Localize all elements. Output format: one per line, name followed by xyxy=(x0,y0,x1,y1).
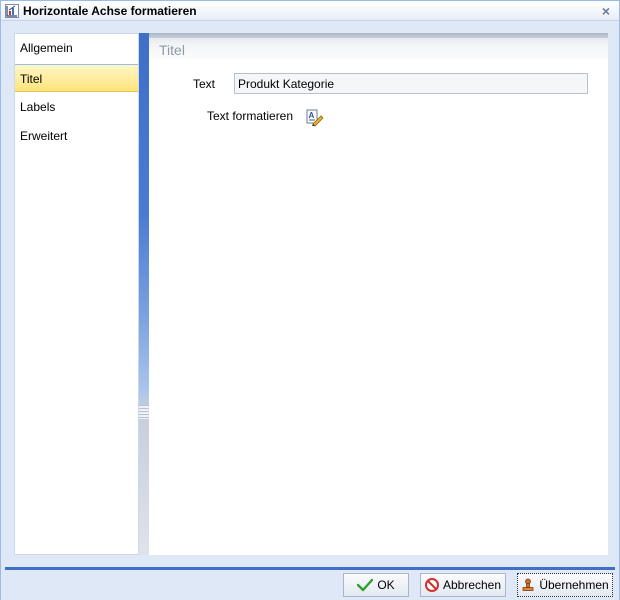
nav-item-label: Allgemein xyxy=(20,41,73,55)
dialog-footer: OK Abbrechen Übernehmen xyxy=(1,570,619,600)
chart-axis-icon xyxy=(5,4,19,18)
close-button[interactable]: × xyxy=(599,3,613,19)
nav-item-erweitert[interactable]: Erweitert xyxy=(15,122,138,150)
splitter-grip[interactable] xyxy=(139,405,149,419)
nav-item-label: Erweitert xyxy=(20,129,68,143)
close-icon: × xyxy=(601,3,611,19)
stamp-icon xyxy=(521,578,535,592)
window-title: Horizontale Achse formatieren xyxy=(23,4,197,18)
apply-button[interactable]: Übernehmen xyxy=(517,573,613,597)
cancel-button-label: Abbrechen xyxy=(442,578,502,592)
nav-item-label: Titel xyxy=(20,72,43,86)
title-text-input[interactable] xyxy=(234,73,588,94)
section-header: Titel xyxy=(149,33,608,59)
nav-item-label: Labels xyxy=(20,100,56,114)
apply-button-label: Übernehmen xyxy=(539,578,609,592)
nav-item-labels[interactable]: Labels xyxy=(15,93,138,121)
no-entry-icon xyxy=(424,578,439,592)
category-nav: Allgemein Titel Labels Erweitert xyxy=(14,33,139,555)
panel-splitter[interactable] xyxy=(139,33,149,555)
text-label: Text xyxy=(193,77,216,91)
dialog-window: Horizontale Achse formatieren × Allgemei… xyxy=(0,0,620,600)
section-title: Titel xyxy=(159,42,185,58)
dialog-body: Allgemein Titel Labels Erweitert Titel T… xyxy=(5,23,615,561)
ok-button-label: OK xyxy=(377,578,395,592)
section-header-bar xyxy=(149,33,608,38)
content-panel: Titel Text Text formatieren A xyxy=(149,33,608,555)
format-text-label: Text formatieren xyxy=(207,109,294,123)
cancel-button[interactable]: Abbrechen xyxy=(420,573,506,597)
nav-item-allgemein[interactable]: Allgemein xyxy=(15,34,138,62)
ok-button[interactable]: OK xyxy=(343,573,409,597)
nav-item-titel[interactable]: Titel xyxy=(15,64,138,92)
svg-text:A: A xyxy=(309,111,315,120)
text-format-icon[interactable]: A xyxy=(306,109,324,127)
title-bar[interactable]: Horizontale Achse formatieren × xyxy=(1,1,619,21)
check-icon xyxy=(357,578,374,592)
